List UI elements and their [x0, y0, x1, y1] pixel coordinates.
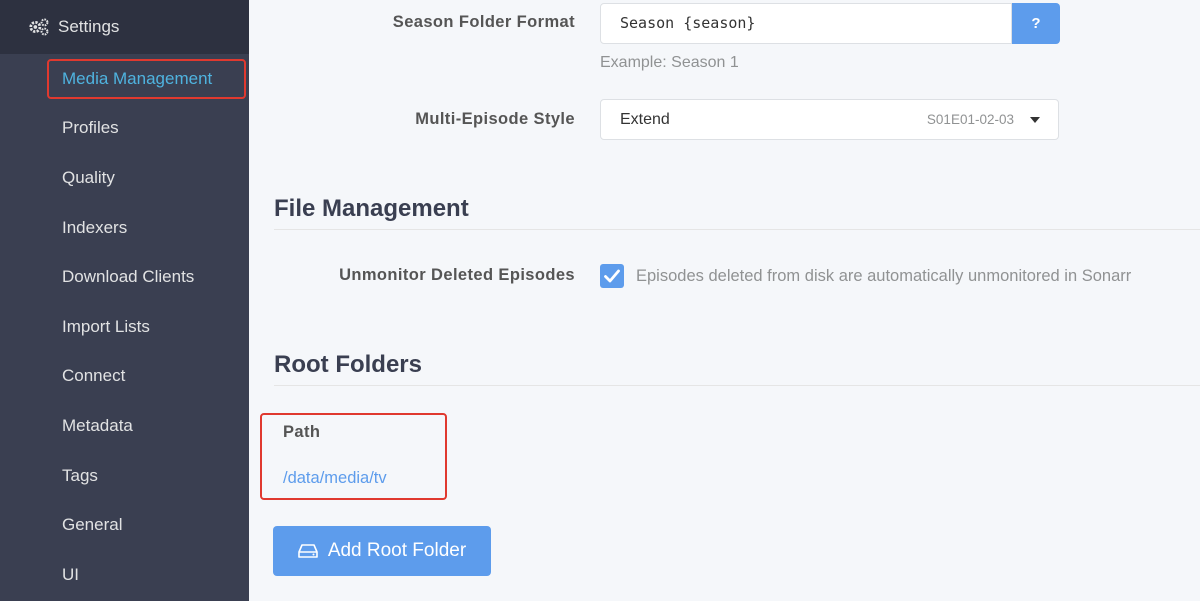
sidebar-list: Media Management Profiles Quality Indexe…: [0, 54, 249, 600]
sidebar-item-tags[interactable]: Tags: [0, 451, 249, 501]
sidebar-header[interactable]: Settings: [0, 0, 249, 54]
sidebar-item-download-clients[interactable]: Download Clients: [0, 252, 249, 302]
sidebar-item-indexers[interactable]: Indexers: [0, 203, 249, 253]
season-folder-help-button[interactable]: ?: [1012, 3, 1060, 44]
hard-drive-icon: [298, 544, 318, 558]
multi-episode-style-value: Extend: [620, 110, 670, 128]
season-folder-format-label: Season Folder Format: [392, 13, 575, 31]
multi-episode-style-select[interactable]: Extend S01E01-02-03: [600, 99, 1059, 140]
root-folders-title: Root Folders: [274, 351, 422, 378]
sidebar-item-general[interactable]: General: [0, 500, 249, 550]
add-root-folder-label: Add Root Folder: [327, 540, 467, 561]
root-folders-divider: [274, 385, 1200, 386]
path-column-header: Path: [283, 423, 321, 441]
file-management-divider: [274, 229, 1200, 230]
sidebar-item-ui[interactable]: UI: [0, 550, 249, 600]
season-folder-example: Example: Season 1: [600, 54, 739, 71]
sidebar-item-quality[interactable]: Quality: [0, 153, 249, 203]
sidebar-item-connect[interactable]: Connect: [0, 352, 249, 402]
app-window: Settings Media Management Profiles Quali…: [0, 0, 1200, 601]
main-content: Season Folder Format Season {season} ? E…: [249, 0, 1200, 601]
sidebar-item-media-management[interactable]: Media Management: [0, 54, 249, 104]
sidebar: Settings Media Management Profiles Quali…: [0, 0, 249, 601]
unmonitor-deleted-episodes-label: Unmonitor Deleted Episodes: [339, 266, 575, 284]
sidebar-item-import-lists[interactable]: Import Lists: [0, 302, 249, 352]
season-folder-format-input[interactable]: Season {season}: [600, 3, 1012, 44]
caret-down-icon: [1030, 117, 1040, 123]
multi-episode-style-label: Multi-Episode Style: [415, 110, 575, 128]
sidebar-item-profiles[interactable]: Profiles: [0, 104, 249, 154]
unmonitor-deleted-episodes-checkbox[interactable]: [600, 264, 624, 288]
file-management-title: File Management: [274, 195, 469, 222]
root-folder-path-link[interactable]: /data/media/tv: [283, 469, 387, 488]
checkmark-icon: [604, 269, 620, 283]
sidebar-header-label: Settings: [58, 17, 120, 36]
add-root-folder-button[interactable]: Add Root Folder: [273, 526, 491, 576]
sidebar-item-metadata[interactable]: Metadata: [0, 401, 249, 451]
multi-episode-style-hint: S01E01-02-03: [926, 112, 1014, 127]
gears-icon: [29, 18, 49, 36]
unmonitor-deleted-episodes-help: Episodes deleted from disk are automatic…: [636, 267, 1132, 285]
